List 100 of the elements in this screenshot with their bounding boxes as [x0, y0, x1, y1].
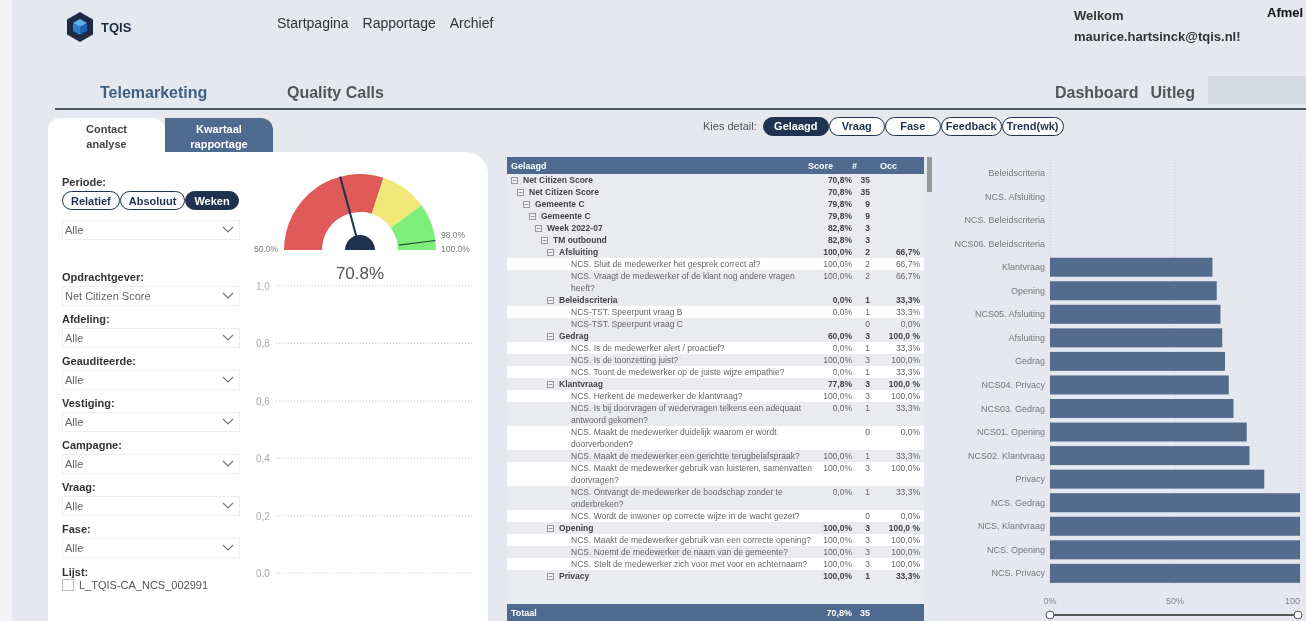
collapse-icon[interactable] [541, 237, 548, 244]
dropdown[interactable]: Net Citizen Score [62, 286, 240, 306]
table-cell-text: 100,0% [822, 570, 852, 582]
category-label: NCS02. Klantvraag [967, 450, 1045, 461]
list-checkbox[interactable]: L_TQIS-CA_NCS_002991 [62, 579, 240, 591]
table-cell-text: 3 [864, 558, 870, 570]
collapse-icon[interactable] [517, 189, 524, 196]
group-label: Net Citizen Score [529, 186, 599, 198]
table-cell-text: 100,0% [822, 546, 852, 558]
table-cell-text: 100,0% [822, 390, 852, 402]
collapse-icon[interactable] [547, 525, 554, 532]
table-cell-text: 2 [864, 270, 870, 283]
column-header: # [851, 160, 858, 171]
collapse-icon[interactable] [547, 249, 554, 256]
table-cell-text: 0 [864, 318, 870, 330]
detail-toggle[interactable]: Feedback [940, 116, 1002, 136]
category-label: NCS05. Afsluiting [974, 309, 1045, 320]
dropdown[interactable]: Alle [62, 538, 240, 558]
dropdown[interactable]: Alle [62, 412, 240, 432]
table-cell-text: 35 [859, 607, 870, 618]
period-toggle[interactable]: Weken [185, 191, 239, 210]
table-cell-text: 100,0% [822, 246, 852, 258]
chevron-down-icon [222, 292, 234, 300]
detail-toggle[interactable]: Vraag [828, 116, 885, 136]
detail-toggle[interactable]: Fase [884, 116, 941, 136]
logout-link[interactable]: Afmel [1267, 5, 1306, 20]
panel-tab[interactable]: Kwartaal rapportage [165, 118, 273, 152]
question-text: NCS. Maakt de medewerker gebruik van een correcte opening? [571, 534, 812, 546]
axis-tick-label: 0% [1043, 596, 1057, 606]
nav-link[interactable]: Archief [449, 15, 494, 31]
table-cell-text: 3 [864, 546, 870, 558]
chevron-down-icon [222, 544, 234, 552]
category-label: NCS. Gedrag [990, 497, 1045, 508]
table-cell-text: 1 [864, 450, 870, 462]
collapse-icon[interactable] [511, 177, 518, 184]
detail-label: Kies detail: [703, 120, 757, 132]
collapse-icon[interactable] [529, 213, 536, 220]
collapse-icon[interactable] [523, 201, 530, 208]
collapse-icon[interactable] [535, 225, 542, 232]
dropdown[interactable]: Alle [62, 328, 240, 348]
question-text: NCS. Vraagt de medewerker of de klant nog andere vragen heeft? [571, 270, 796, 294]
table-cell-text: 100,0% [822, 462, 852, 475]
dropdown[interactable]: Alle [62, 496, 240, 516]
dropdown[interactable]: Alle [62, 220, 240, 240]
table-cell-text: 3 [864, 522, 870, 534]
table-cell-text: 33,3% [894, 570, 921, 582]
detail-toggle[interactable]: Trend(wk) [1001, 116, 1064, 136]
dropdown[interactable]: Alle [62, 454, 240, 474]
table-cell-text: 1 [864, 306, 870, 318]
nav-link[interactable]: Startpagina [277, 15, 349, 31]
category-label: NCS01. Opening [976, 427, 1045, 438]
gauge-min: 50.0% [254, 244, 279, 254]
collapse-icon[interactable] [547, 573, 554, 580]
welcome-text: Welkom [1074, 7, 1125, 25]
range-slider[interactable] [1045, 610, 1303, 620]
collapse-icon[interactable] [547, 381, 554, 388]
table-cell-text: 0,0% [831, 342, 852, 354]
table-cell-text: 82,8% [826, 222, 852, 234]
dropdown[interactable]: Alle [62, 370, 240, 390]
period-toggle[interactable]: Relatief [62, 191, 120, 210]
table-cell-text: 0,0% [831, 306, 852, 318]
table-cell-text: 2 [864, 258, 870, 270]
question-text: NCS-TST. Speerpunt vraag B [571, 306, 683, 318]
table-cell-text: 1 [864, 570, 870, 582]
table-cell-text: 33,3% [894, 366, 921, 378]
category-label: Beleidscriteria [988, 168, 1045, 178]
table-cell-text: 2 [864, 246, 870, 258]
group-label: Opening [559, 522, 594, 534]
question-text: NCS. Maakt de medewerker gebruik van luisteren, samenvatten doorvragen? [571, 462, 812, 486]
table-cell-text: 33,3% [894, 306, 921, 318]
chevron-down-icon [222, 418, 234, 426]
table-cell-text: 100,0% [890, 462, 921, 475]
group-label: Privacy [559, 570, 590, 582]
axis-tick-label: 100 [1284, 596, 1300, 606]
gauge-max: 100.0% [441, 244, 470, 254]
group-label: TM outbound [553, 234, 607, 246]
table-cell-text: 100,0% [822, 354, 852, 366]
collapse-icon[interactable] [547, 333, 554, 340]
question-text: NCS. Ontvangt de medewerker de boodschap zonder te onderbreken? [571, 486, 784, 510]
table-cell-text: 0,0% [899, 426, 921, 439]
table-cell-text: 0,0% [831, 366, 852, 378]
page-link[interactable]: Uitleg [1144, 84, 1201, 108]
table-cell-text: 33,3% [894, 402, 921, 415]
table-cell-text: 82,8% [826, 234, 852, 246]
panel-tab[interactable]: Contact analyse [48, 118, 165, 152]
scrollbar[interactable] [927, 157, 932, 192]
category-label: NCS. Afsluiting [984, 191, 1045, 202]
table-cell-text: 60,0% [826, 330, 852, 342]
filter-label: Vestiging: [62, 397, 116, 409]
section-tab[interactable]: Telemarketing [55, 84, 242, 108]
section-tab[interactable]: Quality Calls [242, 84, 429, 108]
collapse-icon[interactable] [547, 297, 554, 304]
nav-link[interactable]: Rapportage [362, 15, 436, 31]
question-text: NCS. Is de medewerker alert / proactief? [571, 342, 725, 354]
period-toggle[interactable]: Absoluut [119, 191, 186, 210]
page-link[interactable]: Dashboard [1048, 84, 1145, 108]
table-cell-text: 33,3% [894, 486, 921, 499]
detail-toggle[interactable]: Gelaagd [762, 116, 829, 136]
table-cell-text: 0 [864, 426, 870, 439]
group-label: Net Citizen Score [523, 174, 593, 186]
